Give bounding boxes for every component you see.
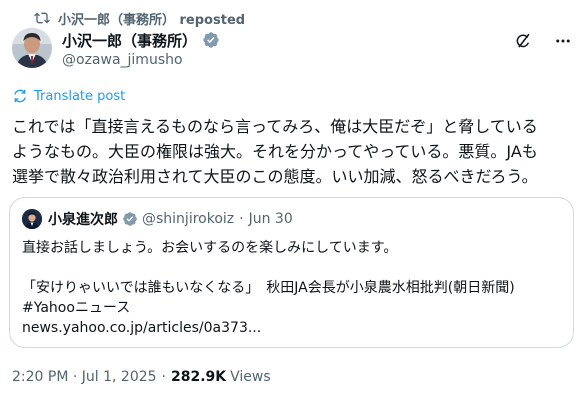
quoted-author-handle: @shinjirokoiz xyxy=(142,211,235,227)
author-info: 小沢一郎（事務所） @ozawa_jimusho xyxy=(62,30,220,68)
author-avatar[interactable] xyxy=(12,28,52,68)
quoted-author-avatar[interactable] xyxy=(22,209,42,229)
post-header: 小沢一郎（事務所） @ozawa_jimusho xyxy=(12,28,572,74)
views-count: 282.9K xyxy=(171,369,227,385)
verified-badge-icon xyxy=(122,211,138,227)
meta-separator: · xyxy=(239,211,244,227)
meta-separator: · xyxy=(161,369,166,385)
repost-indicator[interactable]: 小沢一郎（事務所） reposted xyxy=(34,8,245,28)
header-actions xyxy=(514,32,572,50)
grok-icon[interactable] xyxy=(514,32,532,50)
repost-text: 小沢一郎（事務所） reposted xyxy=(58,12,246,28)
translate-icon xyxy=(12,88,28,104)
verified-badge-icon[interactable] xyxy=(202,31,220,49)
quoted-post-body: 直接お話しましょう。お会いするのを楽しみにしています。 「安けりゃいいでは誰もい… xyxy=(22,240,515,336)
more-icon[interactable] xyxy=(554,32,572,50)
views-label: Views xyxy=(230,369,271,385)
author-name[interactable]: 小沢一郎（事務所） xyxy=(62,30,197,51)
translate-post-link[interactable]: Translate post xyxy=(12,88,125,104)
quoted-author-name[interactable]: 小泉進次郎 xyxy=(48,209,118,229)
translate-label: Translate post xyxy=(34,88,126,104)
quoted-post[interactable]: 小泉進次郎 @shinjirokoiz · Jun 30 直接お話しましょう。お… xyxy=(9,197,574,348)
quoted-post-date[interactable]: Jun 30 xyxy=(249,211,293,227)
post-timestamp[interactable]: 2:20 PM · Jul 1, 2025 xyxy=(12,369,157,385)
author-handle[interactable]: @ozawa_jimusho xyxy=(62,52,220,68)
post-body: これでは「直接言えるものなら言ってみろ、俺は大臣だぞ」と脅している ようなもの。… xyxy=(12,117,538,186)
quoted-post-header: 小泉進次郎 @shinjirokoiz · Jun 30 xyxy=(22,209,293,229)
post-footer: 2:20 PM · Jul 1, 2025 · 282.9K Views xyxy=(12,369,271,385)
repost-icon xyxy=(34,10,50,26)
